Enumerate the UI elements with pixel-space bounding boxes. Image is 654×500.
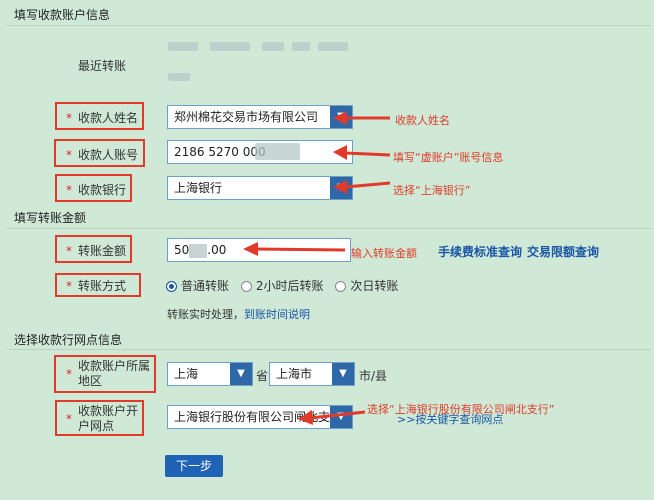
annotation-arrow-line xyxy=(309,410,366,420)
annotation-branch: 选择“上海银行股份有限公司闸北支行” xyxy=(367,403,555,416)
annotation-arrowhead xyxy=(333,111,347,125)
annotation-arrowhead xyxy=(333,145,347,160)
annotation-arrow-line xyxy=(344,151,391,157)
annotation-payee-name: 收款人姓名 xyxy=(395,114,450,127)
annotation-arrowhead xyxy=(333,180,347,194)
arrow-payee-account xyxy=(333,145,391,160)
arrow-payee-bank xyxy=(333,180,391,194)
annotation-arrows xyxy=(243,111,391,425)
annotation-arrow-line xyxy=(254,247,346,252)
annotation-arrow-line xyxy=(344,181,391,189)
annotation-amount: 输入转账金额 xyxy=(351,247,417,260)
annotation-payee-bank: 选择“上海银行” xyxy=(393,184,471,197)
arrow-payee-name xyxy=(333,111,390,125)
arrow-amount xyxy=(243,242,346,256)
arrow-branch xyxy=(298,410,366,425)
annotation-arrowhead xyxy=(243,242,258,256)
annotation-payee-account: 填写“虚账户”账号信息 xyxy=(393,151,504,164)
annotation-arrowhead xyxy=(298,410,313,425)
